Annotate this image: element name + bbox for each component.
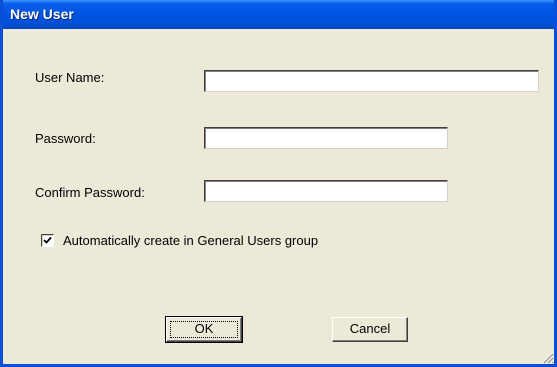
auto-group-label[interactable]: Automatically create in General Users gr…: [63, 233, 318, 248]
dialog-title: New User: [10, 6, 74, 22]
password-input[interactable]: [204, 127, 448, 149]
checkmark-icon: [43, 236, 52, 244]
cancel-button-label: Cancel: [349, 321, 391, 336]
new-user-dialog: New User User Name: Password: Confirm Pa…: [0, 0, 557, 367]
confirm-password-label: Confirm Password:: [35, 185, 145, 200]
focus-rectangle: [170, 321, 238, 338]
confirm-password-input[interactable]: [204, 180, 448, 202]
ok-button[interactable]: OK: [165, 316, 243, 343]
cancel-button[interactable]: Cancel: [332, 317, 408, 342]
auto-group-checkbox[interactable]: [41, 234, 54, 247]
username-input[interactable]: [204, 70, 539, 92]
title-bar[interactable]: New User: [3, 0, 554, 29]
password-label: Password:: [35, 131, 96, 146]
username-label: User Name:: [35, 70, 105, 85]
resize-grip-icon[interactable]: [540, 350, 554, 364]
